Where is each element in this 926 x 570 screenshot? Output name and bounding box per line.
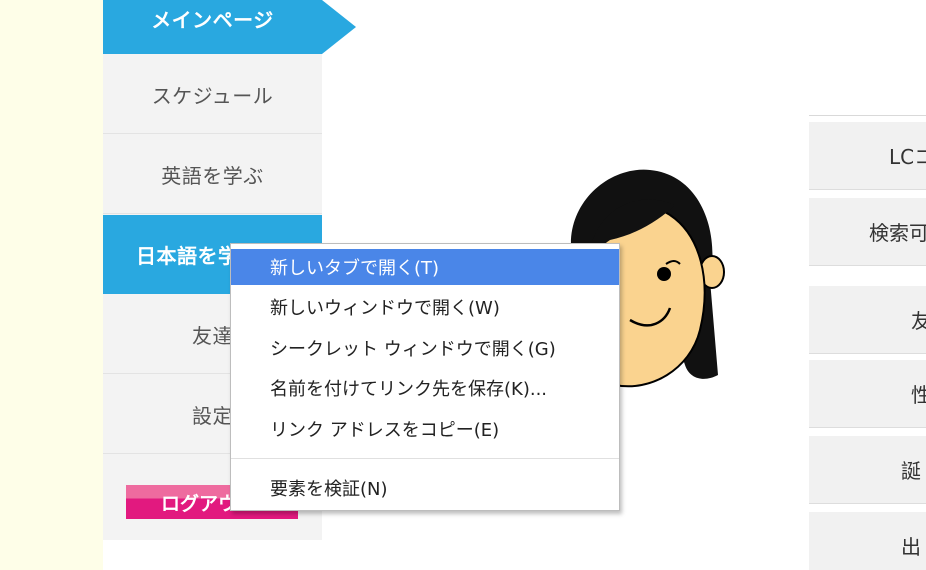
- profile-row-label: 友: [911, 305, 926, 334]
- sidebar-item-main-page[interactable]: メインページ: [103, 0, 356, 54]
- profile-row-label: 出: [901, 535, 921, 559]
- profile-row-label: 性: [911, 379, 926, 408]
- menu-item-label: 要素を検証(N): [270, 479, 388, 500]
- menu-item-label: 新しいウィンドウで開く(W): [270, 298, 500, 319]
- menu-item-open-new-tab[interactable]: 新しいタブで開く(T): [231, 249, 619, 285]
- menu-item-label: 新しいタブで開く(T): [270, 258, 440, 279]
- profile-row: 性: [809, 360, 926, 428]
- menu-item-open-incognito[interactable]: シークレット ウィンドウで開く(G): [231, 330, 619, 366]
- logout-label: ログアウ: [161, 492, 238, 515]
- sidebar-item-label: 日本語を学: [136, 244, 239, 268]
- sidebar-item-label: 英語を学ぶ: [161, 163, 264, 188]
- sidebar-item-label: 設定: [192, 403, 233, 428]
- profile-panel: LCコ 検索可 友 性 誕 出: [809, 115, 926, 570]
- active-arrow-icon: [322, 0, 356, 54]
- context-menu: 新しいタブで開く(T) 新しいウィンドウで開く(W) シークレット ウィンドウで…: [230, 243, 620, 511]
- menu-item-label: シークレット ウィンドウで開く(G): [270, 339, 556, 360]
- profile-row: 検索可: [809, 198, 926, 266]
- sidebar-item-label: メインページ: [151, 8, 274, 32]
- sidebar-item-schedule[interactable]: スケジュール: [103, 55, 322, 134]
- profile-row-label: LCコ: [889, 145, 926, 169]
- profile-row: 出: [809, 512, 926, 570]
- profile-row-label: 検索可: [869, 221, 926, 245]
- profile-row: LCコ: [809, 122, 926, 190]
- sidebar-item-label: 友達: [192, 323, 233, 348]
- menu-item-label: リンク アドレスをコピー(E): [270, 420, 500, 441]
- menu-item-save-link-as[interactable]: 名前を付けてリンク先を保存(K)...: [231, 370, 619, 406]
- menu-item-open-new-window[interactable]: 新しいウィンドウで開く(W): [231, 289, 619, 325]
- menu-separator: [231, 458, 619, 459]
- profile-row: 友: [809, 286, 926, 354]
- sidebar-item-label: スケジュール: [151, 83, 274, 108]
- profile-row-label: 誕: [901, 459, 921, 483]
- menu-item-inspect-element[interactable]: 要素を検証(N): [231, 470, 619, 506]
- menu-item-copy-link-address[interactable]: リンク アドレスをコピー(E): [231, 411, 619, 447]
- sidebar-item-learn-english[interactable]: 英語を学ぶ: [103, 135, 322, 214]
- menu-item-label: 名前を付けてリンク先を保存(K)...: [270, 379, 548, 400]
- profile-row: 誕: [809, 436, 926, 504]
